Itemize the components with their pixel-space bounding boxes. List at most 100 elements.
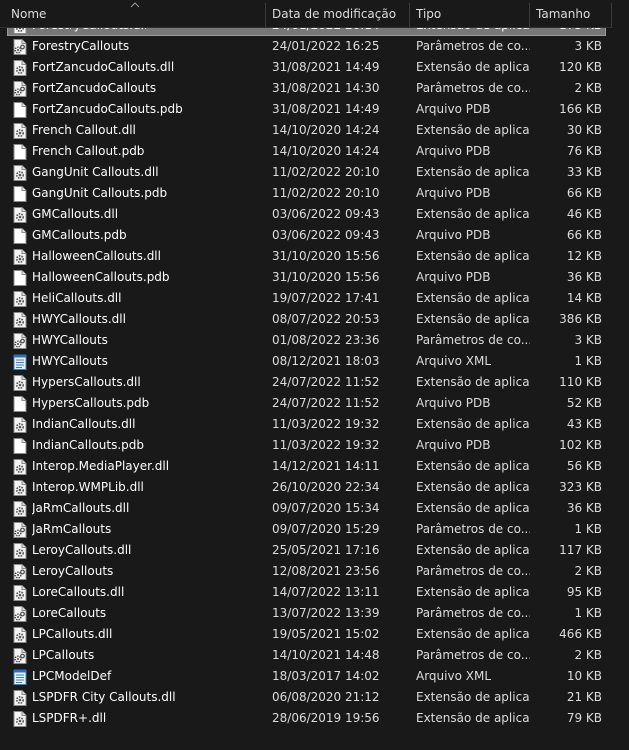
file-modified-date: 31/08/2021 14:49 (272, 102, 380, 116)
file-modified-date: 01/08/2022 23:36 (272, 333, 380, 347)
file-row[interactable]: LeroyCallouts 12/08/2021 23:56 Parâmetros … (0, 561, 629, 582)
file-size: 120 KB (559, 60, 602, 74)
file-modified-date: 08/07/2022 20:53 (272, 312, 380, 326)
dll-file-icon (13, 165, 27, 181)
file-type: Extensão de aplica... (416, 375, 530, 389)
file-row[interactable]: JaRmCallouts.dll 09/07/2020 15:34 Extensão… (0, 498, 629, 519)
file-name: FortZancudoCallouts.pdb (32, 102, 183, 116)
file-row[interactable]: LeroyCallouts.dll 25/05/2021 17:16 Extensã… (0, 540, 629, 561)
file-name: JaRmCallouts (32, 522, 112, 536)
file-size: 95 KB (566, 585, 602, 599)
file-modified-date: 13/07/2022 13:39 (272, 606, 380, 620)
file-type: Extensão de aplica... (416, 207, 530, 221)
file-modified-date: 06/08/2020 21:12 (272, 690, 380, 704)
vertical-scrollbar[interactable] (613, 0, 629, 750)
file-size: 10 KB (566, 669, 602, 683)
file-type: Extensão de aplica... (416, 501, 530, 515)
file-row[interactable]: FortZancudoCallouts.dll 31/08/2021 14:49 E… (0, 57, 629, 78)
file-row[interactable]: HWYCallouts 08/12/2021 18:03 Arquivo XML 1 … (0, 351, 629, 372)
file-modified-date: 09/07/2020 15:29 (272, 522, 380, 536)
file-type: Arquivo PDB (416, 438, 491, 452)
column-name[interactable]: Nome (11, 0, 46, 27)
file-row[interactable]: HypersCallouts.pdb 24/07/2022 11:52 Arquiv… (0, 393, 629, 414)
file-row[interactable]: HalloweenCallouts.dll 31/10/2020 15:56 Ext… (0, 246, 629, 267)
file-row[interactable]: Interop.MediaPlayer.dll 14/12/2021 14:11 E… (0, 456, 629, 477)
file-row[interactable]: LoreCallouts 13/07/2022 13:39 Parâmetros d… (0, 603, 629, 624)
file-name: ForestryCallouts (32, 39, 130, 53)
file-row[interactable]: FortZancudoCallouts 31/08/2021 14:30 Parâm… (0, 78, 629, 99)
file-row[interactable]: GangUnit Callouts.pdb 11/02/2022 20:10 Arq… (0, 183, 629, 204)
dll-file-icon (13, 711, 27, 727)
file-type: Extensão de aplica... (416, 690, 530, 704)
sort-ascending-icon (130, 2, 140, 8)
file-type: Extensão de aplica... (416, 627, 530, 641)
file-row[interactable]: GangUnit Callouts.dll 11/02/2022 20:10 Ext… (0, 162, 629, 183)
file-type: Arquivo PDB (416, 396, 491, 410)
file-modified-date: 28/06/2019 19:56 (272, 711, 380, 725)
file-row[interactable]: LoreCallouts.dll 14/07/2022 13:11 Extensão… (0, 582, 629, 603)
file-row[interactable]: HWYCallouts 01/08/2022 23:36 Parâmetros de… (0, 330, 629, 351)
file-name: LSPDFR City Callouts.dll (32, 690, 176, 704)
file-modified-date: 11/02/2022 20:10 (272, 186, 380, 200)
file-size: 3 KB (574, 39, 602, 53)
column-date[interactable]: Data de modificação (272, 0, 396, 27)
file-row[interactable]: HWYCallouts.dll 08/07/2022 20:53 Extensão … (0, 309, 629, 330)
file-name: LoreCallouts (32, 606, 107, 620)
file-type: Extensão de aplica... (416, 459, 530, 473)
column-divider[interactable] (409, 3, 410, 27)
file-row[interactable]: GMCallouts.dll 03/06/2022 09:43 Extensão d… (0, 204, 629, 225)
file-name: IndianCallouts.pdb (32, 438, 145, 452)
file-row[interactable]: JaRmCallouts 09/07/2020 15:29 Parâmetros d… (0, 519, 629, 540)
file-size: 386 KB (559, 312, 602, 326)
file-name: Interop.WMPLib.dll (32, 480, 144, 494)
file-type: Extensão de aplica... (416, 165, 530, 179)
file-rows: FirstCallouts29/04/2020 20:44Parâmetros … (0, 0, 629, 729)
file-size: 66 KB (566, 186, 602, 200)
settings-file-icon (13, 564, 27, 580)
file-row[interactable]: French Callout.dll 14/10/2020 14:24 Extens… (0, 120, 629, 141)
file-row[interactable]: Interop.WMPLib.dll 26/10/2020 22:34 Extens… (0, 477, 629, 498)
file-row[interactable]: HalloweenCallouts.pdb 31/10/2020 15:56 Arq… (0, 267, 629, 288)
dll-file-icon (13, 501, 27, 517)
file-list: FirstCallouts29/04/2020 20:44Parâmetros … (0, 0, 629, 750)
blank-file-icon (13, 144, 27, 160)
file-size: 66 KB (566, 228, 602, 242)
file-row[interactable]: GMCallouts.pdb 03/06/2022 09:43 Arquivo PD… (0, 225, 629, 246)
file-size: 166 KB (559, 102, 602, 116)
file-size: 2 KB (574, 564, 602, 578)
column-divider[interactable] (265, 3, 266, 27)
file-name: GMCallouts.dll (32, 207, 119, 221)
file-type: Parâmetros de co... (416, 648, 530, 662)
file-name: LSPDFR+.dll (32, 711, 107, 725)
file-row[interactable]: IndianCallouts.pdb 11/03/2022 19:32 Arquiv… (0, 435, 629, 456)
file-size: 33 KB (566, 165, 602, 179)
file-row[interactable]: ForestryCallouts 24/01/2022 16:25 Parâmetr… (0, 36, 629, 57)
file-row[interactable]: LPCallouts.dll 19/05/2021 15:02 Extensão d… (0, 624, 629, 645)
file-size: 30 KB (566, 123, 602, 137)
file-row[interactable]: LPCallouts 14/10/2021 14:48 Parâmetros de … (0, 645, 629, 666)
file-type: Extensão de aplica... (416, 249, 530, 263)
file-size: 2 KB (574, 648, 602, 662)
file-modified-date: 18/03/2017 14:02 (272, 669, 380, 683)
column-divider[interactable] (611, 3, 612, 27)
file-row[interactable]: LPCModelDef 18/03/2017 14:02 Arquivo XML 10… (0, 666, 629, 687)
file-type: Arquivo PDB (416, 144, 491, 158)
column-type[interactable]: Tipo (416, 0, 441, 27)
file-row[interactable]: FortZancudoCallouts.pdb 31/08/2021 14:49 A… (0, 99, 629, 120)
file-size: 1 KB (574, 522, 602, 536)
file-row[interactable]: HeliCallouts.dll 19/07/2022 17:41 Extensão… (0, 288, 629, 309)
file-row[interactable]: French Callout.pdb 14/10/2020 14:24 Arquiv… (0, 141, 629, 162)
column-size[interactable]: Tamanho (536, 0, 590, 27)
file-row[interactable]: HypersCallouts.dll 24/07/2022 11:52 Extens… (0, 372, 629, 393)
file-modified-date: 14/12/2021 14:11 (272, 459, 380, 473)
column-divider[interactable] (529, 3, 530, 27)
dll-file-icon (13, 627, 27, 643)
file-row[interactable]: LSPDFR+.dll 28/06/2019 19:56 Extensão de a… (0, 708, 629, 729)
file-name: LeroyCallouts (32, 564, 114, 578)
file-type: Extensão de aplica... (416, 480, 530, 494)
file-row[interactable]: LSPDFR City Callouts.dll 06/08/2020 21:12… (0, 687, 629, 708)
file-name: LPCallouts (32, 648, 95, 662)
dll-file-icon (13, 543, 27, 559)
file-row[interactable]: IndianCallouts.dll 11/03/2022 19:32 Extens… (0, 414, 629, 435)
file-modified-date: 24/07/2022 11:52 (272, 396, 380, 410)
